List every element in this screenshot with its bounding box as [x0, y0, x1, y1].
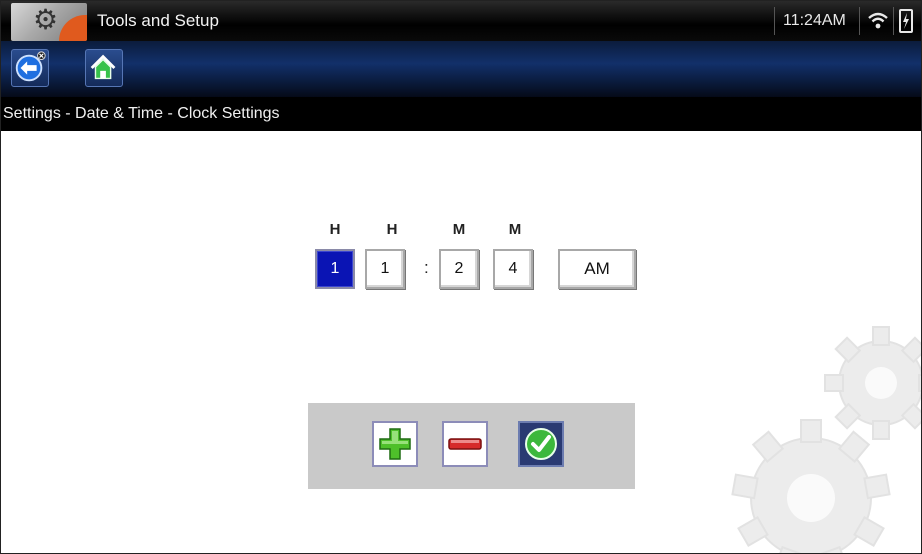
accept-button[interactable]	[518, 421, 564, 467]
gear-glyph: ⚙	[33, 3, 59, 36]
minute-tens-digit[interactable]: 2	[439, 249, 479, 289]
gears-watermark-icon	[731, 326, 921, 553]
back-button[interactable]	[11, 49, 49, 87]
hour-tens-digit[interactable]: 1	[315, 249, 355, 289]
adjust-controls	[308, 403, 635, 489]
toolbar	[1, 41, 921, 97]
title-bar: ⚙ Tools and Setup 11:24AM	[1, 1, 921, 41]
decrement-button[interactable]	[442, 421, 488, 467]
home-icon	[90, 54, 116, 80]
minus-icon	[448, 438, 482, 450]
home-button[interactable]	[85, 49, 123, 87]
check-icon	[525, 428, 557, 460]
status-divider	[774, 7, 775, 35]
minute-ones-label: M	[508, 221, 522, 238]
app-icon-accent	[59, 15, 87, 41]
clock-settings-panel: H H M M 1 1 : 2 4 AM	[1, 131, 921, 553]
increment-button[interactable]	[372, 421, 418, 467]
status-clock: 11:24AM	[783, 12, 846, 29]
hour-ones-digit[interactable]: 1	[365, 249, 405, 289]
hour-tens-label: H	[329, 221, 341, 238]
breadcrumb-bar: Settings - Date & Time - Clock Settings	[1, 97, 921, 131]
time-separator: :	[424, 258, 429, 277]
minute-ones-digit[interactable]: 4	[493, 249, 533, 289]
minute-tens-label: M	[452, 221, 466, 238]
wifi-icon	[868, 12, 888, 29]
status-divider	[893, 7, 894, 35]
breadcrumb: Settings - Date & Time - Clock Settings	[3, 105, 280, 122]
battery-charging-icon	[899, 9, 913, 33]
plus-icon	[379, 428, 411, 460]
status-divider	[859, 7, 860, 35]
hour-ones-label: H	[386, 221, 398, 238]
am-pm-toggle[interactable]: AM	[558, 249, 636, 289]
window-title: Tools and Setup	[97, 11, 219, 30]
tools-gear-icon[interactable]: ⚙	[11, 3, 87, 41]
back-arrow-icon	[15, 51, 46, 82]
app-window: ⚙ Tools and Setup 11:24AM Settings - Dat…	[0, 0, 922, 554]
